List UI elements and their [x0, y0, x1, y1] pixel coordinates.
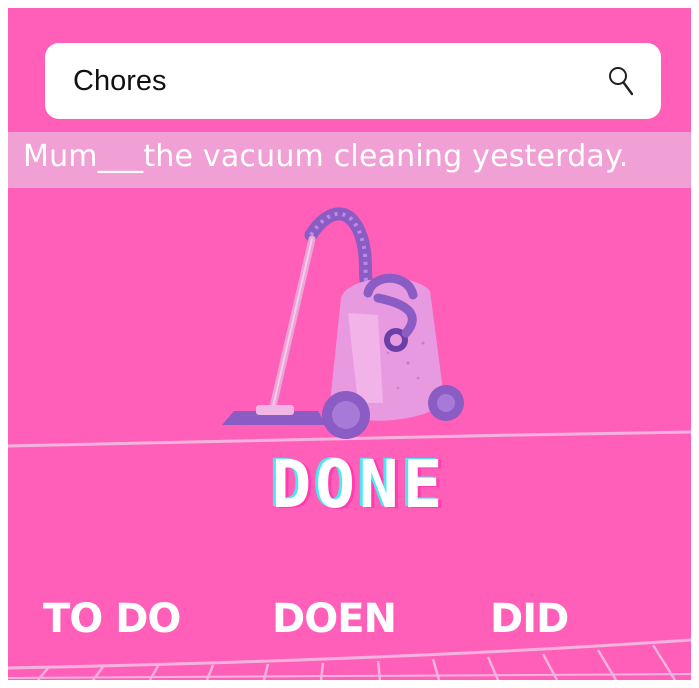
- done-word: DONE DONE DONE: [269, 448, 447, 518]
- search-icon[interactable]: [607, 65, 635, 97]
- search-bar[interactable]: Chores: [45, 43, 661, 119]
- vacuum-cleaner-icon: [222, 207, 464, 439]
- quiz-card: Chores Mum___the vacuum cleaning yesterd…: [8, 8, 691, 680]
- question-text: Mum___the vacuum cleaning yesterday.: [23, 139, 629, 174]
- svg-text:DONE: DONE: [272, 448, 447, 518]
- search-input[interactable]: Chores: [73, 65, 167, 98]
- floor-tiles: [8, 638, 691, 680]
